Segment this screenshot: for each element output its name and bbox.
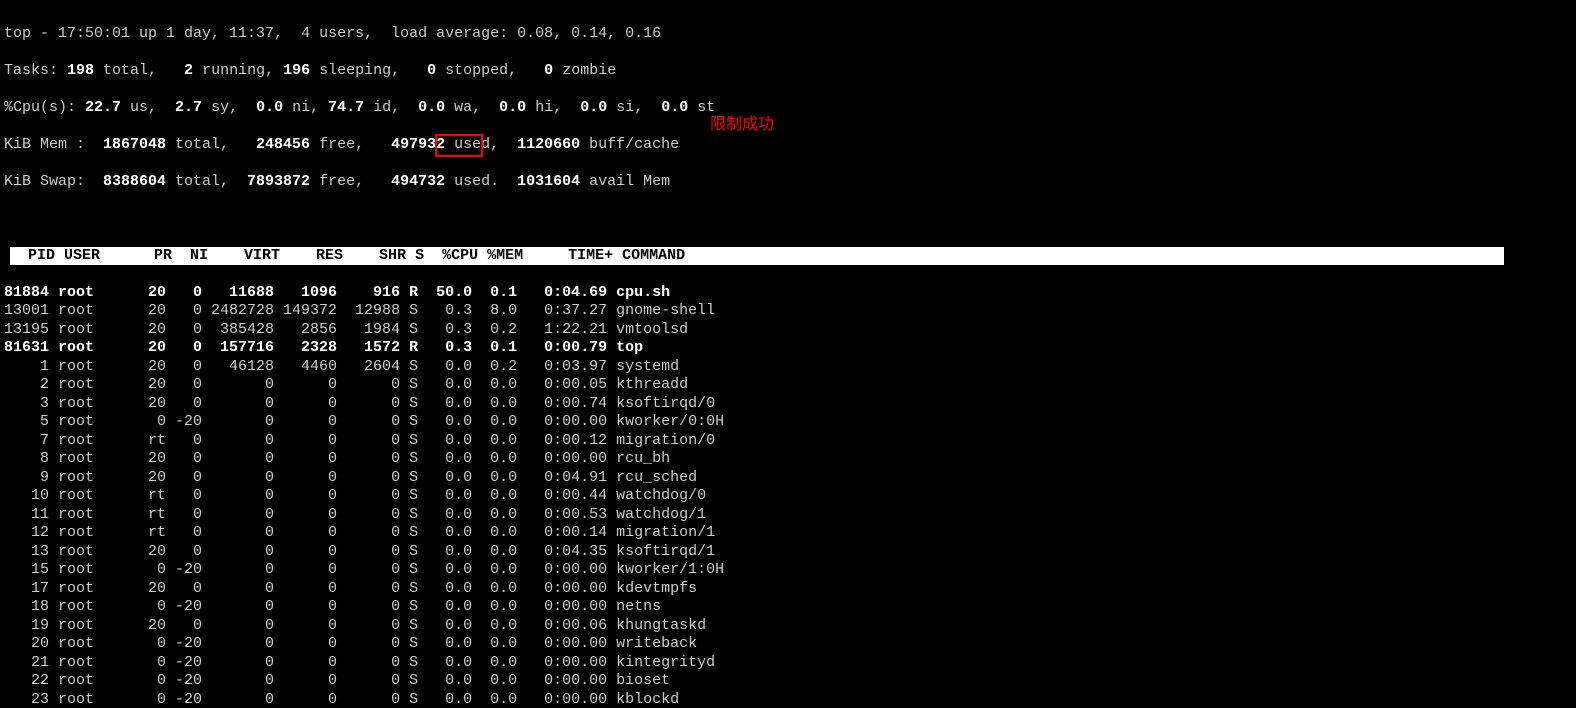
summary-line-tasks: Tasks: 198 total, 2 running, 196 sleepin…: [4, 62, 1572, 81]
terminal[interactable]: top - 17:50:01 up 1 day, 11:37, 4 users,…: [0, 0, 1576, 708]
process-row: 2 root 20 0 0 0 0 S 0.0 0.0 0:00.05 kthr…: [4, 376, 1572, 395]
blank-line: [4, 210, 1572, 229]
summary-line-swap: KiB Swap: 8388604 total, 7893872 free, 4…: [4, 173, 1572, 192]
process-row: 11 root rt 0 0 0 0 S 0.0 0.0 0:00.53 wat…: [4, 506, 1572, 525]
process-row: 23 root 0 -20 0 0 0 S 0.0 0.0 0:00.00 kb…: [4, 691, 1572, 708]
process-row: 13001 root 20 0 2482728 149372 12988 S 0…: [4, 302, 1572, 321]
process-row: 13 root 20 0 0 0 0 S 0.0 0.0 0:04.35 kso…: [4, 543, 1572, 562]
process-row: 8 root 20 0 0 0 0 S 0.0 0.0 0:00.00 rcu_…: [4, 450, 1572, 469]
process-row: 5 root 0 -20 0 0 0 S 0.0 0.0 0:00.00 kwo…: [4, 413, 1572, 432]
process-row: 9 root 20 0 0 0 0 S 0.0 0.0 0:04.91 rcu_…: [4, 469, 1572, 488]
process-row: 7 root rt 0 0 0 0 S 0.0 0.0 0:00.12 migr…: [4, 432, 1572, 451]
process-row: 19 root 20 0 0 0 0 S 0.0 0.0 0:00.06 khu…: [4, 617, 1572, 636]
annotation-label: 限制成功: [710, 116, 774, 135]
process-row: 81884 root 20 0 11688 1096 916 R 50.0 0.…: [4, 284, 1572, 303]
process-row: 3 root 20 0 0 0 0 S 0.0 0.0 0:00.74 ksof…: [4, 395, 1572, 414]
process-row: 15 root 0 -20 0 0 0 S 0.0 0.0 0:00.00 kw…: [4, 561, 1572, 580]
column-header-row: PID USER PR NI VIRT RES SHR S %CPU %MEM …: [4, 247, 1572, 266]
process-row: 20 root 0 -20 0 0 0 S 0.0 0.0 0:00.00 wr…: [4, 635, 1572, 654]
summary-line-1: top - 17:50:01 up 1 day, 11:37, 4 users,…: [4, 25, 1572, 44]
process-row: 17 root 20 0 0 0 0 S 0.0 0.0 0:00.00 kde…: [4, 580, 1572, 599]
summary-line-cpu: %Cpu(s): 22.7 us, 2.7 sy, 0.0 ni, 74.7 i…: [4, 99, 1572, 118]
process-row: 1 root 20 0 46128 4460 2604 S 0.0 0.2 0:…: [4, 358, 1572, 377]
process-row: 81631 root 20 0 157716 2328 1572 R 0.3 0…: [4, 339, 1572, 358]
process-row: 22 root 0 -20 0 0 0 S 0.0 0.0 0:00.00 bi…: [4, 672, 1572, 691]
process-row: 10 root rt 0 0 0 0 S 0.0 0.0 0:00.44 wat…: [4, 487, 1572, 506]
process-row: 18 root 0 -20 0 0 0 S 0.0 0.0 0:00.00 ne…: [4, 598, 1572, 617]
process-row: 13195 root 20 0 385428 2856 1984 S 0.3 0…: [4, 321, 1572, 340]
summary-line-mem: KiB Mem : 1867048 total, 248456 free, 49…: [4, 136, 1572, 155]
process-row: 12 root rt 0 0 0 0 S 0.0 0.0 0:00.14 mig…: [4, 524, 1572, 543]
process-row: 21 root 0 -20 0 0 0 S 0.0 0.0 0:00.00 ki…: [4, 654, 1572, 673]
process-list: 81884 root 20 0 11688 1096 916 R 50.0 0.…: [4, 284, 1572, 708]
